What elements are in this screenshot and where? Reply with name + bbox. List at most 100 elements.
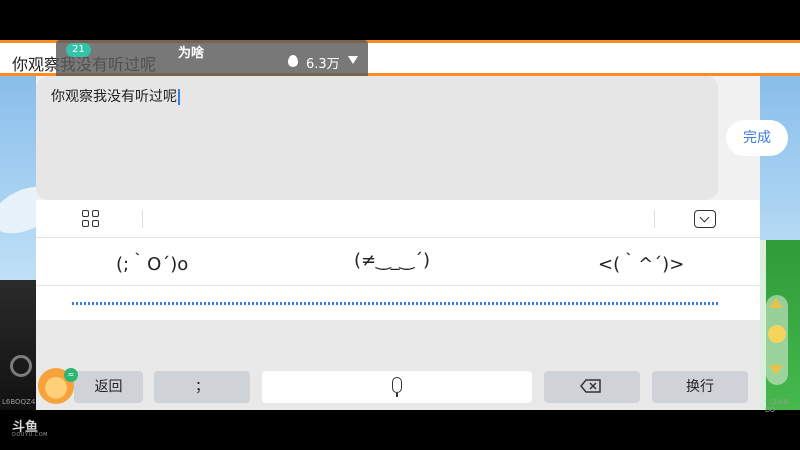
pager-dot — [476, 302, 478, 305]
pager-dot — [672, 302, 674, 305]
pager-dot — [72, 302, 74, 305]
pager-dot — [284, 302, 286, 305]
pager-dot — [304, 302, 306, 305]
pager-dot — [548, 302, 550, 305]
pager-dot — [464, 302, 466, 305]
pager-dot — [372, 302, 374, 305]
pager-dot — [152, 302, 154, 305]
fire-icon — [288, 55, 298, 67]
pager-dot — [596, 302, 598, 305]
pager-dot — [692, 302, 694, 305]
pager-dot — [168, 302, 170, 305]
pager-dot — [616, 302, 618, 305]
pager-dot — [424, 302, 426, 305]
pager-dot — [488, 302, 490, 305]
pager-dot — [124, 302, 126, 305]
pager-dot — [556, 302, 558, 305]
pager-dot — [516, 302, 518, 305]
pager-dot — [544, 302, 546, 305]
pager-dot — [172, 302, 174, 305]
pager-dot — [208, 302, 210, 305]
emoticon-item[interactable]: (;｀O´)o — [116, 250, 188, 276]
pager-dot — [508, 302, 510, 305]
pager-dot — [408, 302, 410, 305]
newline-key[interactable]: 换行 — [652, 371, 748, 403]
pager-dot — [584, 302, 586, 305]
heat-count: 6.3万 — [306, 57, 340, 72]
pager-dot — [140, 302, 142, 305]
emoticon-item[interactable]: (≠‿_‿´) — [354, 250, 430, 271]
pager-dot — [644, 302, 646, 305]
semicolon-key[interactable]: ； — [154, 371, 250, 403]
pager-dot — [324, 302, 326, 305]
pager-dot — [612, 302, 614, 305]
pager-dot — [200, 302, 202, 305]
pager-dot — [564, 302, 566, 305]
pager-dot — [640, 302, 642, 305]
pager-dot — [188, 302, 190, 305]
pager-dot — [380, 302, 382, 305]
pager-dot — [256, 302, 258, 305]
pager-dot — [540, 302, 542, 305]
wifi-icon: ≈ — [64, 368, 78, 382]
pager-dot — [364, 302, 366, 305]
pager-dot — [652, 302, 654, 305]
pager-dot — [176, 302, 178, 305]
pager-dot — [600, 302, 602, 305]
pager-dot — [288, 302, 290, 305]
delete-key[interactable] — [544, 371, 640, 403]
pager-dot — [80, 302, 82, 305]
pager-dot — [648, 302, 650, 305]
pager-dot — [440, 302, 442, 305]
pager-dot — [248, 302, 250, 305]
pager-dot — [92, 302, 94, 305]
pager-dot — [504, 302, 506, 305]
pager-dot — [224, 302, 226, 305]
pager-dot — [192, 302, 194, 305]
pager-dot — [620, 302, 622, 305]
pager-dot — [184, 302, 186, 305]
arrow-up-icon[interactable] — [769, 298, 783, 308]
pager-dot — [528, 302, 530, 305]
pager-dot — [484, 302, 486, 305]
pager-dot — [552, 302, 554, 305]
divider — [142, 210, 143, 228]
space-key[interactable] — [262, 371, 532, 403]
pager-dot — [312, 302, 314, 305]
emoticon-pager — [36, 286, 760, 320]
back-key[interactable]: 返回 — [74, 371, 143, 403]
ime-text-area[interactable]: 你观察我没有听过呢 — [36, 76, 718, 200]
pager-dot — [420, 302, 422, 305]
grid-icon[interactable] — [82, 210, 100, 228]
pager-dot — [680, 302, 682, 305]
pager-dot — [280, 302, 282, 305]
done-button[interactable]: 完成 — [726, 120, 788, 156]
text-caret — [178, 89, 180, 105]
pager-dot — [316, 302, 318, 305]
pager-dot — [708, 302, 710, 305]
pager-dot — [136, 302, 138, 305]
pager-dot — [268, 302, 270, 305]
pager-dot — [460, 302, 462, 305]
pager-dot — [212, 302, 214, 305]
dropdown-arrow-icon[interactable] — [348, 56, 358, 64]
keyboard-collapse-icon[interactable] — [694, 210, 716, 228]
pager-dot — [676, 302, 678, 305]
pager-dot — [340, 302, 342, 305]
ime-toolbar — [36, 200, 760, 238]
pager-dot — [216, 302, 218, 305]
pager-dot — [128, 302, 130, 305]
pager-dot — [332, 302, 334, 305]
pager-dot — [148, 302, 150, 305]
pager-dot — [520, 302, 522, 305]
pager-dot — [392, 302, 394, 305]
room-info-badge[interactable]: 21 为啥 6.3万 — [56, 40, 368, 80]
emoticon-item[interactable]: <(｀^´)> — [598, 250, 684, 276]
pager-dot — [352, 302, 354, 305]
pager-dot — [684, 302, 686, 305]
arrow-down-icon[interactable] — [769, 365, 783, 375]
pager-dot — [604, 302, 606, 305]
pager-dot — [396, 302, 398, 305]
pager-dot — [336, 302, 338, 305]
pager-dot — [160, 302, 162, 305]
